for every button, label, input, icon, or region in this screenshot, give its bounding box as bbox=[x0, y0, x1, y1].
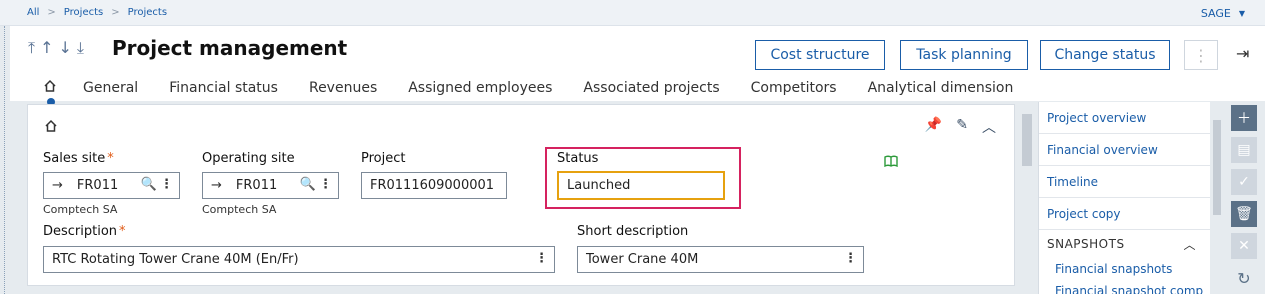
required-mark: * bbox=[107, 151, 114, 166]
project-label: Project bbox=[361, 151, 406, 166]
breadcrumb-projects[interactable]: Projects bbox=[64, 7, 103, 18]
change-status-button[interactable]: Change status bbox=[1040, 40, 1170, 70]
project-value: FR0111609000001 bbox=[370, 178, 495, 193]
tab-associated-projects[interactable]: Associated projects bbox=[583, 80, 719, 96]
chevron-right-icon: > bbox=[111, 7, 120, 18]
action-toolbar: ＋ ▤ ✓ 🗑 ✕ ↻ bbox=[1231, 105, 1257, 291]
close-icon: ✕ bbox=[1231, 233, 1257, 259]
task-planning-button[interactable]: Task planning bbox=[900, 40, 1028, 70]
kebab-icon: ⋮ bbox=[1193, 45, 1209, 65]
arrow-right-icon[interactable]: → bbox=[52, 178, 63, 193]
page-header: ⤒ ↑ ↓ ⤓ Project management Cost structur… bbox=[10, 26, 1265, 106]
refresh-icon[interactable]: ↻ bbox=[1231, 265, 1257, 291]
sidebar-item-financial-snapshots[interactable]: Financial snapshots bbox=[1039, 258, 1210, 280]
kebab-icon[interactable]: ⋮ bbox=[844, 251, 857, 266]
user-name: SAGE bbox=[1200, 7, 1231, 20]
section-home-icon bbox=[44, 119, 58, 137]
description-label: Description * bbox=[43, 224, 126, 239]
user-menu[interactable]: SAGE ▼ bbox=[1201, 7, 1245, 20]
first-record-icon[interactable]: ⤒ bbox=[28, 38, 35, 58]
collapse-icon[interactable]: ︿ bbox=[982, 117, 996, 137]
sales-site-value: FR011 bbox=[76, 178, 119, 193]
sales-site-label-text: Sales site bbox=[43, 151, 106, 166]
right-sidebar: Project overview Financial overview Time… bbox=[1038, 102, 1210, 294]
tab-competitors[interactable]: Competitors bbox=[751, 80, 837, 96]
kebab-icon[interactable]: ⋮ bbox=[319, 177, 332, 192]
save-icon: ▤ bbox=[1231, 137, 1257, 163]
sales-site-field[interactable]: → FR011 🔍 ⋮ bbox=[43, 172, 180, 199]
book-icon[interactable] bbox=[884, 155, 898, 170]
page-title: Project management bbox=[112, 36, 348, 60]
record-navigation: ⤒ ↑ ↓ ⤓ bbox=[28, 38, 84, 58]
tab-financial-status[interactable]: Financial status bbox=[169, 80, 278, 96]
last-record-icon[interactable]: ⤓ bbox=[77, 38, 84, 58]
operating-site-field[interactable]: → FR011 🔍 ⋮ bbox=[202, 172, 339, 199]
sidebar-item-project-copy[interactable]: Project copy bbox=[1039, 198, 1210, 230]
chevron-up-icon: ︿ bbox=[1183, 237, 1196, 252]
main-scrollbar[interactable] bbox=[1019, 104, 1035, 294]
description-label-text: Description bbox=[43, 224, 118, 239]
search-icon[interactable]: 🔍 bbox=[300, 177, 316, 192]
status-value: Launched bbox=[567, 178, 631, 193]
cost-structure-button[interactable]: Cost structure bbox=[755, 40, 885, 70]
sales-site-label: Sales site * bbox=[43, 151, 114, 166]
trash-icon[interactable]: 🗑 bbox=[1231, 201, 1257, 227]
breadcrumb-projects-current[interactable]: Projects bbox=[128, 7, 167, 18]
kebab-icon[interactable]: ⋮ bbox=[535, 251, 548, 266]
short-description-field[interactable]: Tower Crane 40M ⋮ bbox=[577, 246, 864, 273]
panel-tools: 📌 ✎ ︿ bbox=[925, 117, 996, 137]
operating-site-label: Operating site bbox=[202, 151, 295, 166]
tab-bar: General Financial status Revenues Assign… bbox=[43, 79, 1044, 106]
edit-icon[interactable]: ✎ bbox=[956, 117, 968, 137]
tab-analytical-dimension[interactable]: Analytical dimension bbox=[868, 80, 1014, 96]
snapshots-section-title: SNAPSHOTS bbox=[1047, 237, 1125, 251]
tab-home[interactable] bbox=[43, 79, 59, 106]
breadcrumb-all[interactable]: All bbox=[27, 7, 39, 18]
sidebar-scrollbar-thumb[interactable] bbox=[1213, 120, 1221, 215]
sidebar-item-financial-overview[interactable]: Financial overview bbox=[1039, 134, 1210, 166]
tab-general[interactable]: General bbox=[83, 80, 138, 96]
description-field[interactable]: RTC Rotating Tower Crane 40M (En/Fr) ⋮ bbox=[43, 246, 555, 273]
status-label: Status bbox=[557, 151, 599, 166]
tab-assigned-employees[interactable]: Assigned employees bbox=[408, 80, 552, 96]
operating-site-description: Comptech SA bbox=[202, 203, 277, 216]
breadcrumb: All > Projects > Projects bbox=[27, 7, 167, 18]
previous-record-icon[interactable]: ↑ bbox=[40, 38, 53, 58]
search-icon[interactable]: 🔍 bbox=[141, 177, 157, 192]
pin-icon[interactable]: 📌 bbox=[925, 117, 942, 137]
sidebar-item-financial-snapshot-comp[interactable]: Financial snapshot comp bbox=[1039, 280, 1210, 294]
home-icon bbox=[44, 79, 56, 92]
project-field[interactable]: FR0111609000001 bbox=[361, 172, 507, 199]
sidebar-scrollbar[interactable] bbox=[1211, 102, 1223, 294]
top-bar: All > Projects > Projects SAGE ▼ bbox=[0, 0, 1265, 26]
kebab-icon[interactable]: ⋮ bbox=[160, 177, 173, 192]
plus-icon[interactable]: ＋ bbox=[1231, 105, 1257, 131]
sales-site-description: Comptech SA bbox=[43, 203, 118, 216]
arrow-right-icon[interactable]: → bbox=[211, 178, 222, 193]
check-icon: ✓ bbox=[1231, 169, 1257, 195]
exit-icon[interactable]: ⇥ bbox=[1236, 44, 1249, 63]
tab-revenues[interactable]: Revenues bbox=[309, 80, 377, 96]
caret-down-icon: ▼ bbox=[1238, 9, 1245, 18]
status-field[interactable]: Launched bbox=[557, 171, 725, 200]
required-mark: * bbox=[119, 224, 126, 239]
next-record-icon[interactable]: ↓ bbox=[58, 38, 71, 58]
sidebar-item-timeline[interactable]: Timeline bbox=[1039, 166, 1210, 198]
left-dotted-border bbox=[4, 26, 5, 294]
description-value: RTC Rotating Tower Crane 40M (En/Fr) bbox=[52, 252, 299, 267]
operating-site-value: FR011 bbox=[235, 178, 278, 193]
scrollbar-thumb[interactable] bbox=[1022, 114, 1032, 166]
chevron-right-icon: > bbox=[47, 7, 56, 18]
snapshots-section-header[interactable]: SNAPSHOTS ︿ bbox=[1039, 230, 1210, 258]
more-actions-button[interactable]: ⋮ bbox=[1184, 40, 1218, 70]
short-description-label: Short description bbox=[577, 224, 689, 239]
short-description-value: Tower Crane 40M bbox=[586, 252, 699, 267]
sidebar-item-project-overview[interactable]: Project overview bbox=[1039, 102, 1210, 134]
